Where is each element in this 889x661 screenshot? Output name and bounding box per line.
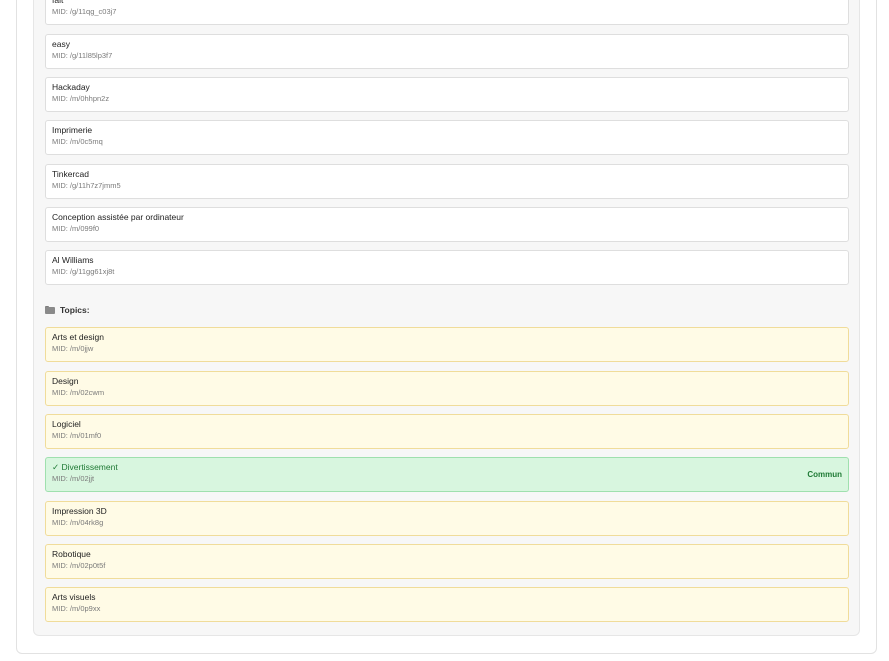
entity-name: Hackaday: [52, 82, 90, 92]
entity-name: Al Williams: [52, 255, 94, 265]
topic-name: Logiciel: [52, 419, 81, 429]
topic-mid: MID: /m/02cwm: [52, 388, 105, 397]
topic-name: Impression 3D: [52, 506, 107, 516]
entity-card[interactable]: easy MID: /g/11l85lp3f7: [45, 34, 849, 69]
entity-mid: MID: /g/11gg61xj8t: [52, 267, 115, 276]
topic-card-common[interactable]: ✓ Divertissement MID: /m/02jjt Commun: [45, 457, 849, 492]
entity-mid: MID: /m/0c5mq: [52, 137, 103, 146]
topic-card[interactable]: Logiciel MID: /m/01mf0: [45, 414, 849, 449]
entity-mid: MID: /g/11h7z7jmm5: [52, 181, 121, 190]
topic-card[interactable]: Design MID: /m/02cwm: [45, 371, 849, 406]
entity-mid: MID: /g/11l85lp3f7: [52, 51, 113, 60]
topic-mid: MID: /m/04rk8g: [52, 518, 104, 527]
topic-name: Arts et design: [52, 332, 104, 342]
entity-card[interactable]: Hackaday MID: /m/0hhpn2z: [45, 77, 849, 112]
topic-card[interactable]: Impression 3D MID: /m/04rk8g: [45, 501, 849, 536]
entity-card[interactable]: Imprimerie MID: /m/0c5mq: [45, 120, 849, 155]
topic-mid: MID: /m/01mf0: [52, 431, 102, 440]
topic-name: ✓ Divertissement: [52, 462, 118, 472]
entity-name: Imprimerie: [52, 125, 93, 135]
topics-header: Topics:: [45, 304, 90, 316]
topic-card[interactable]: Robotique MID: /m/02p0t5f: [45, 544, 849, 579]
entity-mid: MID: /g/11qg_c03j7: [52, 7, 117, 16]
folder-icon: [45, 306, 55, 314]
entity-mid: MID: /m/0hhpn2z: [52, 94, 110, 103]
entity-card[interactable]: fait MID: /g/11qg_c03j7: [45, 0, 849, 25]
topics-title: Topics:: [60, 305, 90, 315]
common-badge: Commun: [807, 470, 842, 479]
topic-name: Arts visuels: [52, 592, 96, 602]
entity-card[interactable]: Tinkercad MID: /g/11h7z7jmm5: [45, 164, 849, 199]
entity-card[interactable]: Al Williams MID: /g/11gg61xj8t: [45, 250, 849, 285]
entity-mid: MID: /m/099f0: [52, 224, 100, 233]
topic-card[interactable]: Arts et design MID: /m/0jjw: [45, 327, 849, 362]
topic-name: Robotique: [52, 549, 91, 559]
entity-name: Tinkercad: [52, 169, 90, 179]
entity-card[interactable]: Conception assistée par ordinateur MID: …: [45, 207, 849, 242]
topic-name: Design: [52, 376, 79, 386]
entity-name: easy: [52, 39, 70, 49]
topic-mid: MID: /m/02jjt: [52, 474, 95, 483]
topic-mid: MID: /m/02p0t5f: [52, 561, 106, 570]
entity-name: Conception assistée par ordinateur: [52, 212, 184, 222]
topic-mid: MID: /m/0jjw: [52, 344, 94, 353]
topic-card[interactable]: Arts visuels MID: /m/0p9xx: [45, 587, 849, 622]
topic-mid: MID: /m/0p9xx: [52, 604, 101, 613]
